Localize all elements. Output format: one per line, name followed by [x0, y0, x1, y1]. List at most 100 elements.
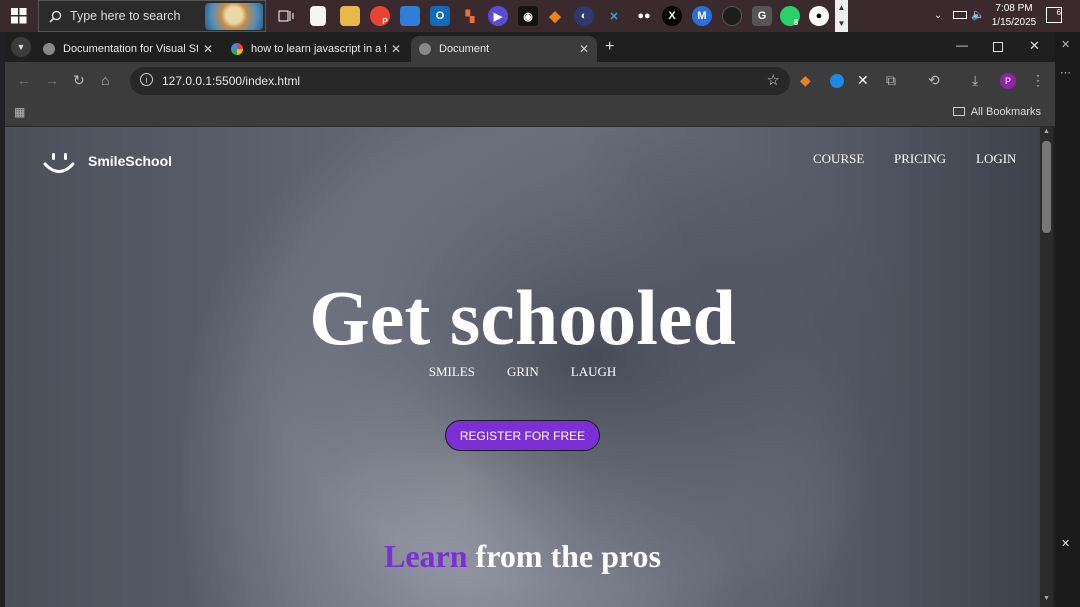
app-icon[interactable]: ●● — [634, 6, 654, 26]
visual-studio-icon[interactable]: ▶ — [488, 6, 508, 26]
forward-icon[interactable]: → — [45, 72, 59, 88]
store-icon[interactable] — [400, 6, 420, 26]
scroll-down-arrow[interactable]: ▼ — [1043, 595, 1050, 602]
metamask-icon[interactable]: ◆ — [545, 6, 565, 26]
scrollbar-thumb[interactable] — [1042, 141, 1051, 233]
whatsapp-badge: 8 — [793, 17, 799, 27]
app-icon[interactable] — [722, 6, 742, 26]
extension-icon[interactable] — [830, 74, 844, 88]
history-icon[interactable]: ⟲ — [928, 72, 940, 89]
globe-icon — [419, 43, 431, 55]
apps-grid-icon[interactable]: ▦ — [14, 105, 25, 119]
time: 7:08 PM — [995, 3, 1033, 14]
subtitle-laugh: LAUGH — [570, 364, 617, 379]
tab-search-button[interactable]: ▼ — [11, 37, 31, 57]
app-icon[interactable]: ▚ — [460, 6, 480, 26]
taskbar-search[interactable]: Type here to search — [38, 0, 266, 32]
close-icon[interactable]: ✕ — [391, 42, 401, 56]
profile-badge: P — [382, 16, 388, 26]
google-icon — [231, 43, 243, 55]
close-icon[interactable]: ✕ — [1061, 537, 1070, 550]
outlook-icon[interactable]: O — [430, 6, 450, 26]
page-scrollbar[interactable]: ▲ ▼ — [1040, 127, 1053, 607]
battery-icon[interactable] — [953, 11, 967, 19]
bookmark-star-icon[interactable]: ☆ — [767, 71, 780, 89]
smile-logo-icon[interactable] — [43, 151, 75, 175]
bookmarks-bar: ▦ All Bookmarks — [5, 100, 1055, 127]
all-bookmarks[interactable]: All Bookmarks — [952, 106, 1041, 118]
search-placeholder: Type here to search — [70, 9, 181, 23]
hero-title: Get schooled — [309, 274, 736, 361]
more-icon[interactable]: ⋯ — [1060, 66, 1071, 79]
search-icon — [49, 10, 62, 23]
scroll-up-arrow[interactable]: ▲ — [1043, 128, 1050, 135]
all-bookmarks-label: All Bookmarks — [970, 106, 1041, 118]
camera-icon[interactable]: ◉ — [518, 6, 538, 26]
address-bar[interactable]: i 127.0.0.1:5500/index.html ☆ — [130, 67, 790, 95]
profile-letter: P — [1004, 76, 1011, 86]
tab-title: Document — [439, 43, 490, 55]
download-icon[interactable]: ⤓ — [972, 72, 978, 89]
register-button[interactable]: REGISTER FOR FREE — [445, 420, 600, 451]
app-icon[interactable]: M — [692, 6, 712, 26]
subtitle-smiles: SMILES — [428, 364, 475, 379]
taskbar-scroll-button[interactable]: ▲ ▼ — [835, 0, 848, 32]
url-text: 127.0.0.1:5500/index.html — [162, 74, 301, 88]
browser-toolbar: ← → ↻ ⌂ i 127.0.0.1:5500/index.html ☆ ◆ … — [5, 62, 1055, 100]
folder-icon — [952, 107, 965, 116]
maximize-button[interactable] — [993, 42, 1003, 52]
site-info-icon[interactable]: i — [140, 73, 153, 86]
metamask-extension-icon[interactable]: ◆ — [800, 72, 811, 89]
g-app-letter: G — [757, 10, 767, 22]
nav-pricing[interactable]: PRICING — [894, 151, 946, 167]
section-heading-accent: Learn — [383, 538, 468, 574]
profile-avatar[interactable]: P — [1000, 73, 1016, 89]
chevron-up-icon[interactable]: ⌄ — [934, 10, 942, 21]
nav-course[interactable]: COURSE — [813, 151, 864, 167]
section-heading: Learn from the pros — [5, 538, 1040, 575]
background-window: ✕ ⋯ ✕ — [1055, 32, 1080, 607]
windows-start-icon[interactable] — [0, 0, 38, 32]
extensions-puzzle-icon[interactable]: ⧉ — [886, 72, 896, 89]
tab-document[interactable]: Document ✕ — [411, 36, 597, 62]
chrome-icon[interactable]: P — [370, 6, 390, 26]
tab-google-search[interactable]: how to learn javascript in a fun ✕ — [223, 36, 409, 62]
x-extension-icon[interactable]: ✕ — [857, 72, 869, 89]
menu-icon[interactable]: ⋮ — [1031, 72, 1045, 89]
reload-icon[interactable]: ↻ — [73, 72, 85, 89]
notification-icon[interactable]: 6 — [1046, 7, 1062, 23]
back-icon[interactable]: ← — [17, 72, 31, 88]
clock[interactable]: 7:08 PM 1/15/2025 — [988, 2, 1040, 30]
nav-login[interactable]: LOGIN — [976, 151, 1016, 167]
browser-tabstrip: ▼ Documentation for Visual Studio ✕ how … — [5, 32, 1055, 62]
close-icon[interactable]: ✕ — [203, 42, 213, 56]
close-icon[interactable]: ✕ — [579, 42, 589, 56]
g-app-icon[interactable]: G — [752, 6, 772, 26]
folder-icon[interactable] — [340, 6, 360, 26]
new-tab-button[interactable]: + — [605, 38, 614, 56]
tools-icon[interactable]: ✕ — [604, 6, 624, 26]
task-view-icon[interactable] — [276, 6, 296, 26]
page-viewport: SmileSchool COURSE PRICING LOGIN Get sch… — [5, 127, 1040, 607]
hero-subtitle: SMILES GRIN LAUGH — [5, 364, 1040, 380]
tab-documentation[interactable]: Documentation for Visual Studio ✕ — [35, 36, 221, 62]
app-icon[interactable]: ◐ — [574, 6, 594, 26]
x-icon[interactable]: X — [662, 6, 682, 26]
tab-title: Documentation for Visual Studio — [63, 43, 198, 55]
github-icon[interactable]: ● — [809, 6, 829, 26]
close-icon[interactable]: ✕ — [1061, 38, 1070, 51]
notification-count: 6 — [1056, 8, 1061, 17]
search-highlight-image — [205, 3, 263, 30]
speaker-icon[interactable]: 🔈 — [971, 8, 985, 21]
file-icon[interactable] — [310, 6, 326, 26]
close-window-button[interactable]: ✕ — [1029, 38, 1040, 54]
tab-title: how to learn javascript in a fun — [251, 43, 386, 55]
date: 1/15/2025 — [991, 17, 1037, 28]
subtitle-grin: GRIN — [506, 364, 539, 379]
section-heading-rest: from the pros — [467, 538, 661, 574]
brand-name[interactable]: SmileSchool — [88, 153, 172, 169]
whatsapp-icon[interactable]: 8 — [780, 6, 800, 27]
minimize-button[interactable]: — — [956, 38, 968, 52]
home-icon[interactable]: ⌂ — [101, 72, 109, 88]
taskbar: Type here to search P O ▚ ▶ ◉ ◆ ◐ ✕ ●● X… — [0, 0, 1080, 32]
